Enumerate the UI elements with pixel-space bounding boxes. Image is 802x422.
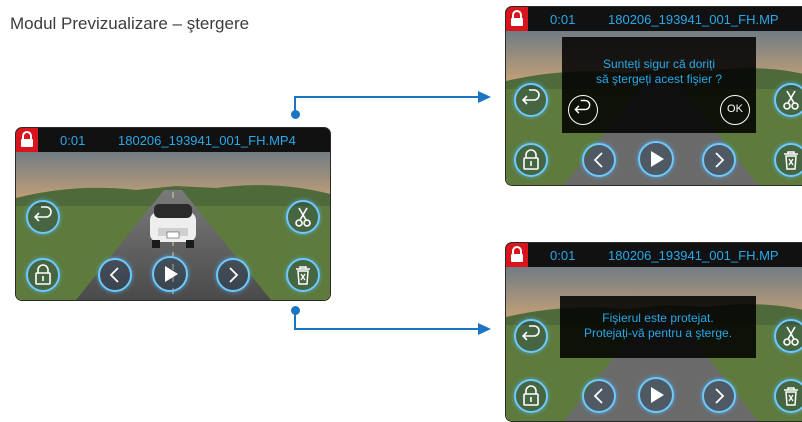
play-button[interactable] [152, 256, 188, 292]
protect-button[interactable] [26, 258, 60, 292]
next-button[interactable] [702, 143, 736, 177]
next-icon [229, 267, 239, 283]
cut-button[interactable] [774, 83, 802, 117]
next-icon [715, 388, 725, 404]
dialog-message-line-1: Fişierul este protejat. [602, 311, 714, 325]
next-button[interactable] [216, 258, 250, 292]
delete-button[interactable] [774, 143, 802, 177]
cut-icon [783, 326, 799, 346]
delete-button[interactable] [774, 379, 802, 413]
next-icon [715, 152, 725, 168]
status-bar: 0:01 180206_193941_001_FH.MP4 [16, 128, 330, 152]
back-button[interactable] [514, 319, 548, 353]
connector-line-bottom-vertical [294, 310, 296, 330]
play-button[interactable] [638, 377, 674, 413]
arrow-right-icon [478, 91, 491, 103]
delete-button[interactable] [286, 258, 320, 292]
play-icon [165, 266, 178, 282]
cut-icon [295, 207, 311, 227]
lock-icon [506, 7, 528, 31]
playback-time: 0:01 [60, 133, 86, 148]
cut-button[interactable] [286, 200, 320, 234]
file-protected-dialog: Fişierul este protejat. Protejați-vă pen… [560, 296, 756, 358]
delete-icon [784, 387, 798, 406]
cut-button[interactable] [774, 319, 802, 353]
lock-icon [506, 243, 528, 267]
back-icon [521, 325, 540, 341]
dialog-cancel-button[interactable] [568, 95, 598, 125]
lock-icon [16, 128, 38, 152]
dialog-message-line-2: Protejați-vă pentru a şterge. [583, 326, 733, 340]
arrow-right-icon [478, 323, 491, 335]
unlock-icon [523, 149, 539, 170]
confirm-delete-dialog: Sunteți sigur că doriți să ştergeți aces… [562, 37, 756, 133]
delete-icon [296, 266, 310, 285]
play-icon [651, 387, 664, 403]
playback-time: 0:01 [550, 248, 576, 263]
prev-icon [593, 388, 603, 404]
next-button[interactable] [702, 379, 736, 413]
dialog-message-line-1: Sunteți sigur că doriți [602, 57, 716, 71]
prev-icon [593, 152, 603, 168]
preview-screen-confirm-delete: 0:01 180206_193941_001_FH.MP Sunteți sig… [505, 6, 802, 186]
prev-icon [109, 267, 119, 283]
preview-screen-main: 0:01 180206_193941_001_FH.MP4 [15, 127, 331, 301]
back-button[interactable] [514, 83, 548, 117]
previous-button[interactable] [582, 143, 616, 177]
back-icon [574, 99, 591, 114]
file-name: 180206_193941_001_FH.MP [608, 248, 779, 263]
file-name: 180206_193941_001_FH.MP [608, 12, 779, 27]
file-name: 180206_193941_001_FH.MP4 [118, 133, 296, 148]
back-icon [33, 206, 52, 222]
playback-time: 0:01 [550, 12, 576, 27]
protect-button[interactable] [514, 379, 548, 413]
previous-button[interactable] [98, 258, 132, 292]
connector-line-top-vertical [294, 97, 296, 114]
connector-line-top-horizontal [294, 96, 480, 98]
ok-label: OK [727, 103, 743, 115]
back-icon [521, 89, 540, 105]
delete-icon [784, 151, 798, 170]
page-title: Modul Previzualizare – ştergere [10, 14, 250, 33]
dialog-message-line-2: să ştergeți acest fişier ? [595, 72, 723, 86]
preview-screen-protected: 0:01 180206_193941_001_FH.MP Fişierul es… [505, 242, 802, 422]
cut-icon [783, 90, 799, 110]
unlock-icon [523, 385, 539, 406]
unlock-icon [35, 264, 51, 285]
play-button[interactable] [638, 141, 674, 177]
dialog-ok-button[interactable]: OK [720, 95, 750, 125]
previous-button[interactable] [582, 379, 616, 413]
back-button[interactable] [26, 200, 60, 234]
play-icon [651, 151, 664, 167]
protect-button[interactable] [514, 143, 548, 177]
status-bar: 0:01 180206_193941_001_FH.MP [506, 7, 802, 31]
status-bar: 0:01 180206_193941_001_FH.MP [506, 243, 802, 267]
connector-line-bottom-horizontal [294, 328, 480, 330]
